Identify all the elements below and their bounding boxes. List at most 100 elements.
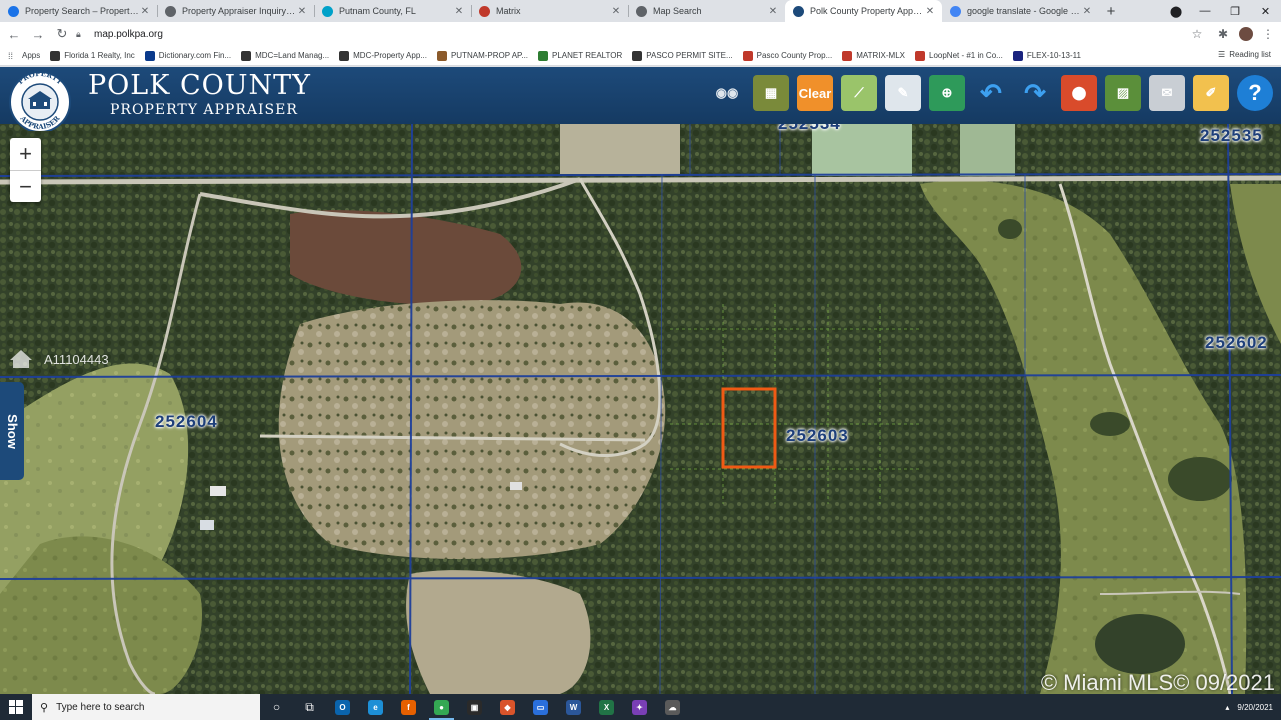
polk-county-seal-logo[interactable]: PROPERTY APPRAISER: [4, 69, 76, 131]
cortana-icon[interactable]: ○: [260, 694, 293, 720]
tab-close-icon[interactable]: ✕: [924, 6, 936, 17]
avatar: [1239, 27, 1253, 41]
store-icon[interactable]: ▣: [458, 694, 491, 720]
app-icon[interactable]: ◆: [491, 694, 524, 720]
search-globe-icon[interactable]: ⊕: [929, 75, 965, 111]
edge-icon[interactable]: e: [359, 694, 392, 720]
forward-button[interactable]: →: [26, 22, 50, 46]
help-icon[interactable]: ?: [1237, 75, 1273, 111]
bookmark-item[interactable]: Pasco County Prop...: [742, 50, 832, 61]
profile-avatar[interactable]: [1236, 24, 1256, 44]
bookmark-star-icon[interactable]: ☆: [1187, 24, 1207, 44]
listing-id-text: A11104443: [44, 351, 109, 367]
browser-tab[interactable]: Matrix ✕: [471, 0, 628, 22]
map-image-icon[interactable]: ▨: [1105, 75, 1141, 111]
zoom-out-button[interactable]: −: [10, 170, 41, 202]
back-button[interactable]: ←: [2, 22, 26, 46]
bookmark-favicon-icon: [842, 50, 853, 61]
reading-list-button[interactable]: ☰ Reading list: [1218, 50, 1271, 59]
tab-favicon-icon: [479, 5, 490, 17]
tab-favicon-icon: [8, 5, 19, 17]
extensions-icon[interactable]: ✱: [1213, 24, 1233, 44]
layers-pin-icon[interactable]: ⬤: [1061, 75, 1097, 111]
parcel-label-252534[interactable]: 252534: [778, 124, 841, 134]
bookmark-label: Dictionary.com Fin...: [158, 51, 232, 60]
outlook-icon[interactable]: O: [326, 694, 359, 720]
redo-icon[interactable]: ↷: [1017, 75, 1053, 111]
clear-button[interactable]: Clear: [797, 75, 833, 111]
network-icon[interactable]: ▴: [1225, 703, 1229, 712]
browser-tab[interactable]: Property Search – Property Appr✕: [0, 0, 157, 22]
bookmark-favicon-icon: [339, 50, 350, 61]
browser-tab-strip: Property Search – Property Appr✕Property…: [0, 0, 1281, 22]
firefox-icon[interactable]: f: [392, 694, 425, 720]
windows-logo-icon: [9, 700, 23, 714]
bookmark-item[interactable]: MDC=Land Manag...: [241, 50, 330, 61]
house-icon: [10, 350, 32, 368]
apps-grid-icon: ⁞⁞: [8, 50, 14, 61]
bookmark-item[interactable]: PASCO PERMIT SITE...: [632, 50, 733, 61]
browser-tab[interactable]: Polk County Property Appraiser ✕: [785, 0, 942, 22]
minimize-button[interactable]: —: [1190, 0, 1220, 22]
aerial-map[interactable]: 252604 252603 252602 252535 252534 + − S…: [0, 124, 1281, 694]
bookmark-item[interactable]: MATRIX-MLX: [842, 50, 905, 61]
bookmark-item[interactable]: PUTNAM-PROP AP...: [436, 50, 528, 61]
firefox-glyph: f: [401, 699, 416, 715]
parcel-label-252604[interactable]: 252604: [155, 412, 218, 432]
zoom-in-button[interactable]: +: [10, 138, 41, 170]
taskbar-search-box[interactable]: ⚲ Type here to search: [32, 694, 260, 720]
grid-layers-icon[interactable]: ▦: [753, 75, 789, 111]
address-bar[interactable]: 🔒︎ map.polkpa.org: [76, 24, 1212, 44]
app2-icon[interactable]: ✦: [623, 694, 656, 720]
email-icon[interactable]: ✉: [1149, 75, 1185, 111]
app3-icon[interactable]: ☁: [656, 694, 689, 720]
video-icon[interactable]: ▭: [524, 694, 557, 720]
start-button[interactable]: [0, 694, 32, 720]
system-tray: ▴ 9/20/2021: [1225, 694, 1273, 720]
tab-close-icon[interactable]: ✕: [296, 6, 308, 17]
url-text: map.polkpa.org: [94, 28, 163, 40]
bookmark-favicon-icon: [538, 50, 549, 61]
tab-close-icon[interactable]: ✕: [453, 6, 465, 17]
browser-tab[interactable]: Putnam County, FL ✕: [314, 0, 471, 22]
profile-menu-icon[interactable]: ⬤: [1162, 0, 1190, 22]
binoculars-icon[interactable]: ◉◉: [709, 75, 745, 111]
tab-close-icon[interactable]: ✕: [767, 6, 779, 17]
parcel-label-252535[interactable]: 252535: [1200, 126, 1263, 146]
tab-close-icon[interactable]: ✕: [1081, 6, 1093, 17]
excel-icon[interactable]: X: [590, 694, 623, 720]
bookmark-label: MDC=Land Manag...: [255, 51, 330, 60]
notes-icon[interactable]: ✐: [1193, 75, 1229, 111]
bookmark-item[interactable]: ⁞⁞ Apps: [8, 51, 40, 61]
show-panel-tab[interactable]: Show: [0, 382, 24, 480]
close-window-button[interactable]: ✕: [1250, 0, 1281, 22]
browser-menu-icon[interactable]: ⋮: [1258, 24, 1278, 44]
bookmark-item[interactable]: Florida 1 Realty, Inc: [50, 50, 135, 61]
word-icon[interactable]: W: [557, 694, 590, 720]
bookmark-item[interactable]: MDC-Property App...: [339, 50, 427, 61]
browser-tab[interactable]: Property Appraiser Inquiry - Putn✕: [157, 0, 314, 22]
parcel-label-252603[interactable]: 252603: [786, 426, 849, 446]
tab-close-icon[interactable]: ✕: [139, 6, 151, 17]
task-view-icon[interactable]: ⧉: [293, 694, 326, 720]
browser-tab[interactable]: google translate - Google Search✕: [942, 0, 1099, 22]
maximize-button[interactable]: ❐: [1220, 0, 1250, 22]
tab-favicon-icon: [950, 5, 961, 17]
bookmark-item[interactable]: Dictionary.com Fin...: [144, 50, 232, 61]
bookmark-item[interactable]: LoopNet - #1 in Co...: [915, 50, 1003, 61]
browser-tab[interactable]: Map Search ✕: [628, 0, 785, 22]
draw-icon[interactable]: ✎: [885, 75, 921, 111]
reload-button[interactable]: ↻: [50, 22, 74, 46]
app-glyph: ◆: [500, 699, 515, 715]
bookmark-item[interactable]: PLANET REALTOR: [538, 50, 622, 61]
undo-icon[interactable]: ↶: [973, 75, 1009, 111]
bookmark-item[interactable]: FLEX-10-13-11: [1012, 50, 1081, 61]
taskbar-apps: ○ ⧉ Oe f ● ▣ ◆ ▭ W X ✦ ☁: [260, 694, 689, 720]
bookmark-favicon-icon: [915, 50, 925, 61]
parcel-label-252602[interactable]: 252602: [1205, 333, 1268, 353]
new-tab-button[interactable]: +: [1099, 0, 1123, 22]
measure-icon[interactable]: ⟋: [841, 75, 877, 111]
tray-date[interactable]: 9/20/2021: [1237, 703, 1273, 712]
tab-close-icon[interactable]: ✕: [610, 6, 622, 17]
chrome-icon[interactable]: ●: [425, 694, 458, 720]
